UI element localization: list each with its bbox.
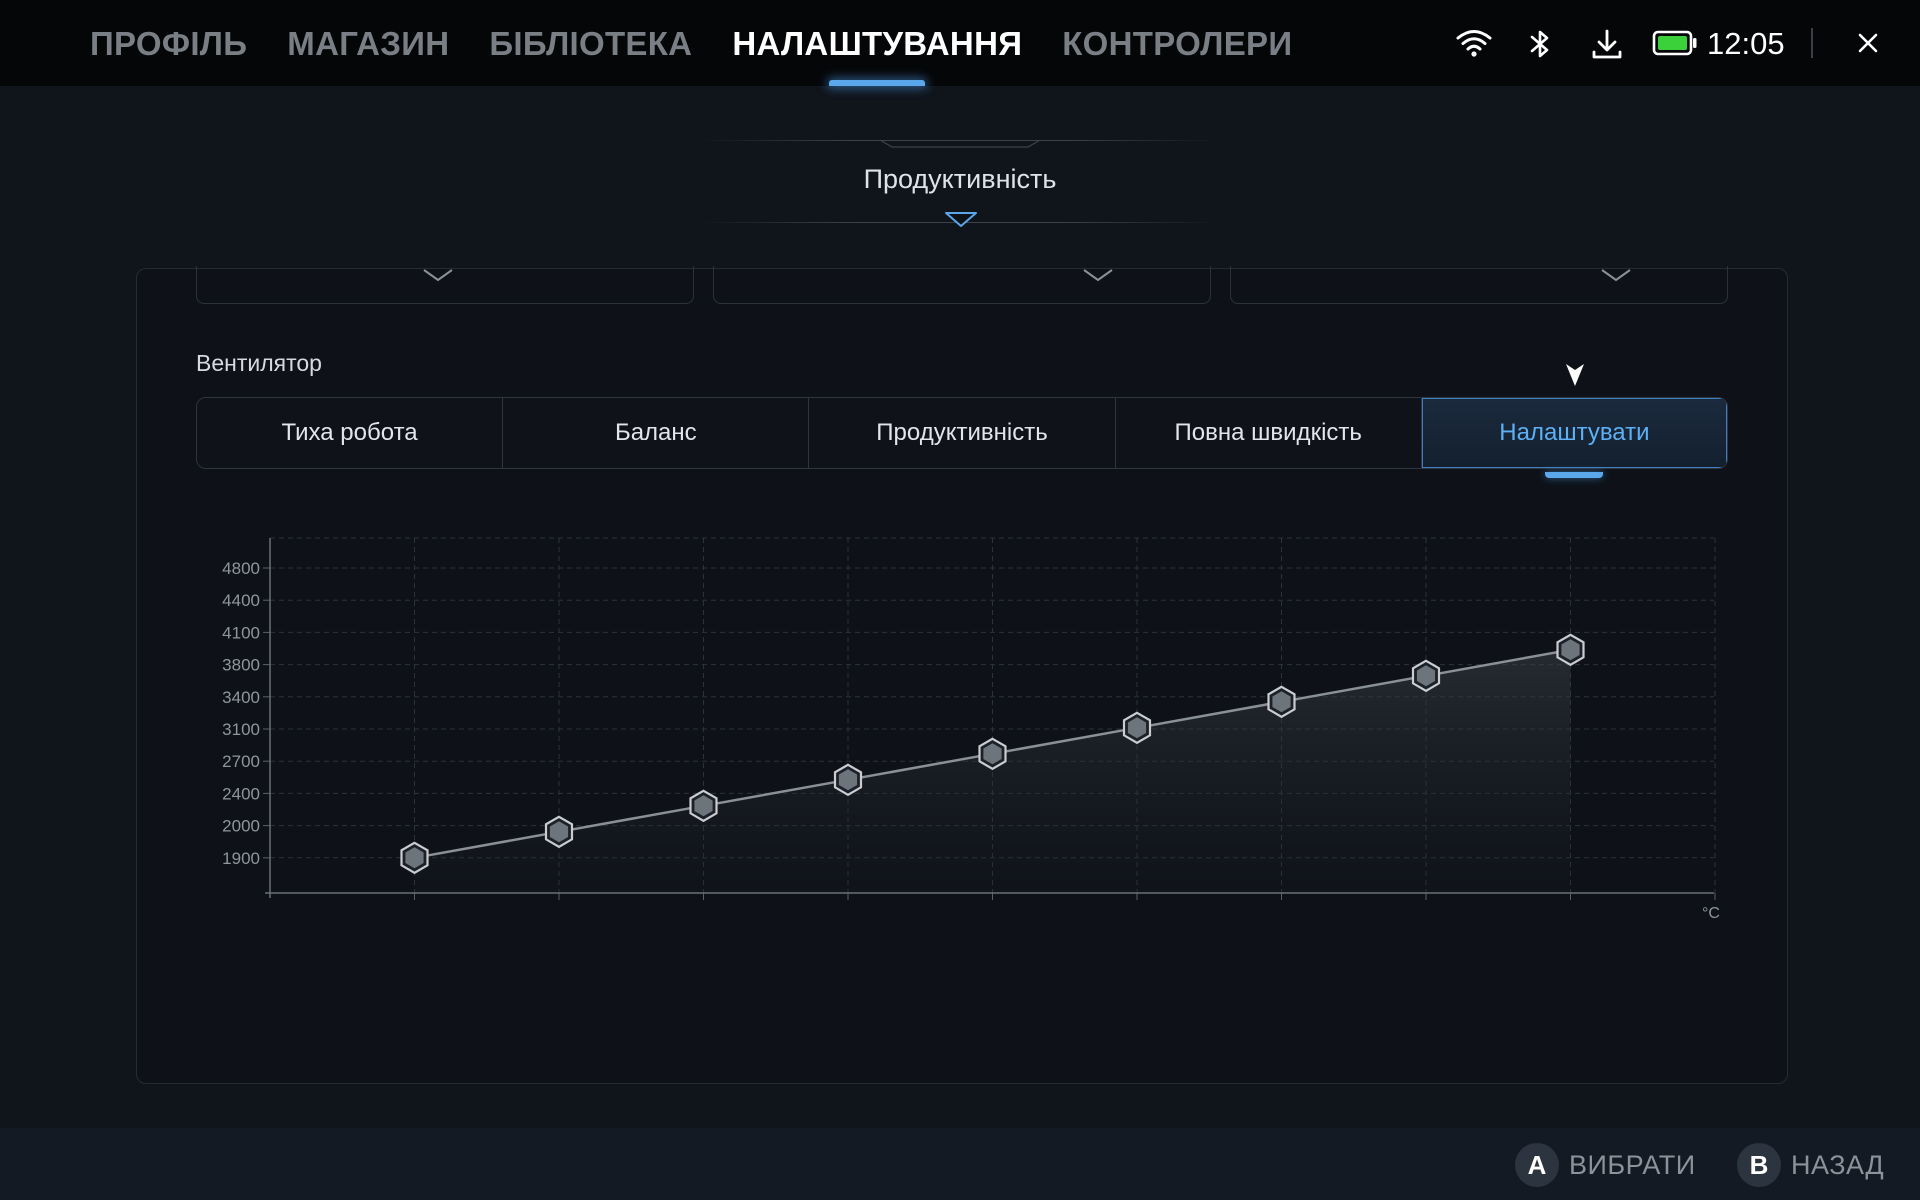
back-hint[interactable]: B НАЗАД xyxy=(1737,1142,1884,1188)
y-tick-label: 2000 xyxy=(222,817,260,836)
y-tick-label: 4400 xyxy=(222,591,260,610)
y-tick-label: 3800 xyxy=(222,656,260,675)
fan-curve-chart: 4800 4400 4100 3800 3400 3100 2700 2400 2000 1900… xyxy=(222,537,1720,922)
curve-point-7[interactable] xyxy=(1267,685,1296,719)
a-button-icon: A xyxy=(1515,1143,1559,1187)
y-tick-label: 4800 xyxy=(222,559,260,578)
curve-point-8[interactable] xyxy=(1411,659,1441,693)
curve-point-2[interactable] xyxy=(544,815,574,849)
curve-point-5[interactable] xyxy=(978,737,1007,771)
bottom-bar: A ВИБРАТИ B НАЗАД xyxy=(0,1128,1920,1200)
y-tick-label: 4100 xyxy=(222,623,260,642)
y-tick-label: 2400 xyxy=(222,784,260,803)
curve-point-9[interactable] xyxy=(1556,633,1585,667)
x-axis-unit-label: °C xyxy=(1702,905,1720,922)
y-tick-label: 1900 xyxy=(222,849,260,868)
curve-point-6[interactable] xyxy=(1122,711,1152,745)
curve-point-4[interactable] xyxy=(833,763,863,797)
b-button-icon: B xyxy=(1737,1143,1781,1187)
y-tick-label: 2700 xyxy=(222,752,260,771)
select-hint[interactable]: A ВИБРАТИ xyxy=(1515,1142,1696,1188)
back-label: НАЗАД xyxy=(1791,1149,1885,1180)
y-tick-label: 3400 xyxy=(222,688,260,707)
curve-point-1[interactable] xyxy=(400,841,429,875)
curve-point-3[interactable] xyxy=(689,789,718,823)
y-tick-label: 3100 xyxy=(222,720,260,739)
select-label: ВИБРАТИ xyxy=(1569,1149,1696,1180)
